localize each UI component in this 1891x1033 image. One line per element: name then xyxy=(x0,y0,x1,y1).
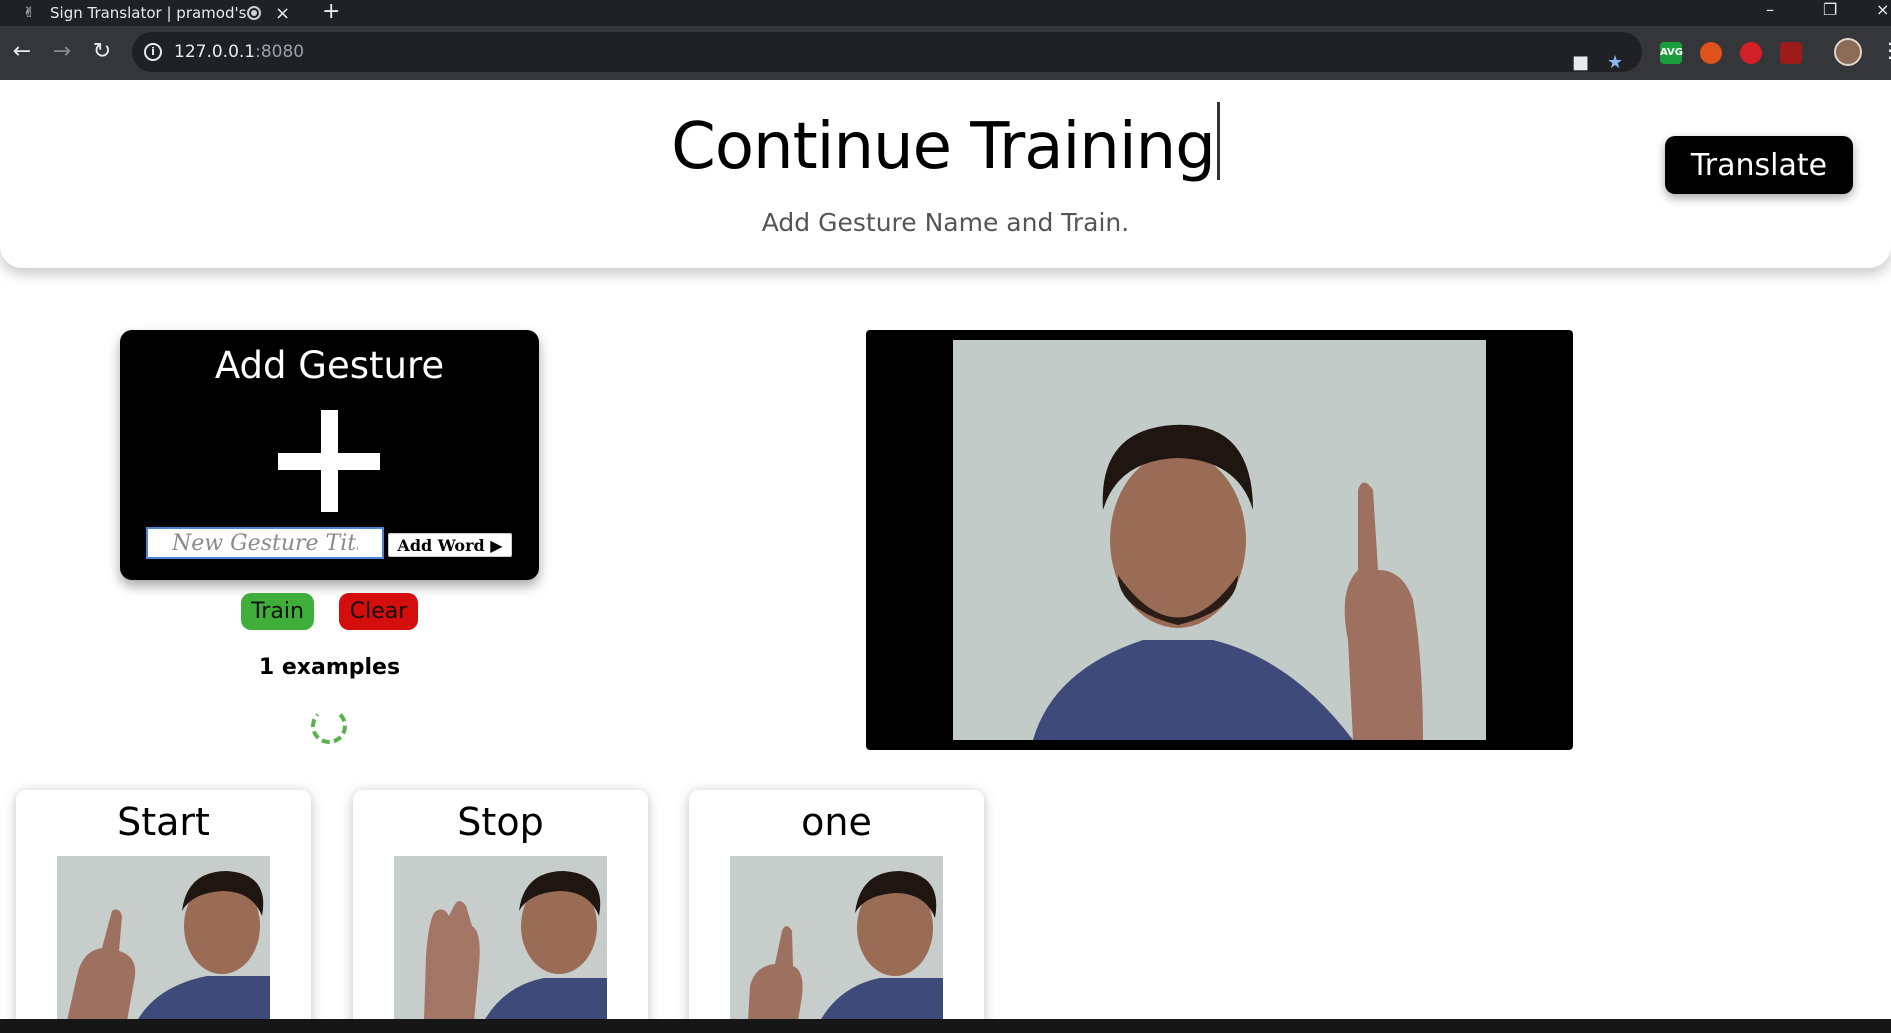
gesture-thumbnail xyxy=(394,856,607,1019)
add-gesture-card: Add Gesture Add Word ▶ xyxy=(120,330,539,580)
page-title: Continue Training xyxy=(0,102,1891,184)
webcam-video xyxy=(953,340,1486,740)
plus-icon[interactable] xyxy=(278,410,380,512)
new-tab-button[interactable]: + xyxy=(322,0,340,26)
reload-icon[interactable]: ↻ xyxy=(88,38,116,66)
recording-icon xyxy=(247,6,261,20)
gesture-card-start[interactable]: Start xyxy=(16,790,311,1019)
address-bar[interactable]: i 127.0.0.1:8080 ■ ★ xyxy=(132,32,1642,73)
page: Continue Training Add Gesture Name and T… xyxy=(0,80,1891,1019)
browser-tab[interactable]: ✌ Sign Translator | pramod's × xyxy=(0,0,303,26)
examples-count: 1 examples xyxy=(258,655,401,680)
gesture-thumbnail xyxy=(730,856,943,1019)
pdf-extension-icon[interactable] xyxy=(1780,42,1802,64)
tab-title: Sign Translator | pramod's xyxy=(50,4,247,22)
gesture-card-one[interactable]: one xyxy=(689,790,984,1019)
clear-button[interactable]: Clear xyxy=(339,593,418,630)
translate-button[interactable]: Translate xyxy=(1665,136,1853,194)
gesture-name: Start xyxy=(117,800,210,844)
add-word-button[interactable]: Add Word ▶ xyxy=(388,533,512,557)
url-port: :8080 xyxy=(255,42,305,62)
forward-icon[interactable]: → xyxy=(48,38,76,66)
camera-icon[interactable]: ■ xyxy=(1572,43,1589,83)
loading-spinner-icon xyxy=(311,708,347,744)
profile-avatar[interactable] xyxy=(1834,38,1862,66)
url-host: 127.0.0.1 xyxy=(174,42,256,62)
window-close-icon[interactable]: × xyxy=(1876,0,1889,26)
gesture-title-input[interactable] xyxy=(146,527,384,559)
gesture-card-stop[interactable]: Stop xyxy=(353,790,648,1019)
fire-extension-icon[interactable] xyxy=(1700,42,1722,64)
gesture-name: Stop xyxy=(457,800,544,844)
add-gesture-title: Add Gesture xyxy=(214,344,445,387)
webcam-person-image xyxy=(953,340,1486,740)
browser-toolbar: ← → ↻ i 127.0.0.1:8080 ■ ★ AVG ⋮ xyxy=(0,26,1891,80)
site-favicon-icon: ✌ xyxy=(23,5,35,21)
os-taskbar xyxy=(0,1019,1891,1033)
menu-icon[interactable]: ⋮ xyxy=(1880,38,1891,62)
minimize-icon[interactable]: – xyxy=(1766,0,1774,26)
site-info-icon[interactable]: i xyxy=(144,43,162,61)
gesture-name: one xyxy=(801,800,872,844)
tab-close-icon[interactable]: × xyxy=(275,3,291,24)
restore-icon[interactable]: ❐ xyxy=(1823,0,1837,26)
webcam-frame xyxy=(866,330,1573,750)
back-icon[interactable]: ← xyxy=(8,38,36,66)
gesture-thumbnail xyxy=(57,856,270,1019)
bookmark-star-icon[interactable]: ★ xyxy=(1607,43,1623,83)
train-button[interactable]: Train xyxy=(241,593,314,630)
page-header: Continue Training Add Gesture Name and T… xyxy=(0,80,1891,268)
browser-tab-bar: ✌ Sign Translator | pramod's × + – ❐ × xyxy=(0,0,1891,26)
adblock-extension-icon[interactable] xyxy=(1740,42,1762,64)
page-subtitle: Add Gesture Name and Train. xyxy=(761,208,1130,237)
avg-extension-icon[interactable]: AVG xyxy=(1660,42,1683,64)
